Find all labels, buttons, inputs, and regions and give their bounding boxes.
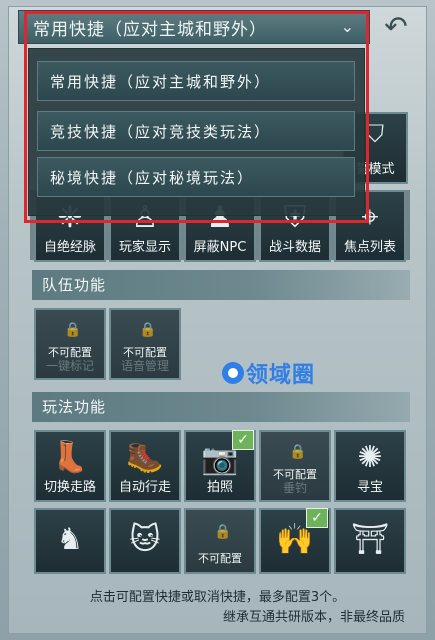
chevron-down-icon: ⌄ bbox=[340, 17, 355, 36]
dropdown-option-secret[interactable]: 秘境快捷（应对秘境玩法） bbox=[37, 157, 355, 197]
watermark-text: 领域圈 bbox=[246, 363, 316, 388]
tile-label: 玩家显示 bbox=[118, 240, 171, 255]
tile-label: 屏蔽NPC bbox=[193, 240, 247, 255]
play-section-header: 玩法功能 bbox=[32, 392, 410, 422]
check-icon: ✓ bbox=[306, 508, 328, 528]
tile-pet[interactable]: 🐱 bbox=[109, 508, 181, 574]
cat-add-icon: 🐱 bbox=[129, 522, 161, 557]
check-icon: ✓ bbox=[232, 430, 254, 450]
dropdown-option-common[interactable]: 常用快捷（应对主城和野外） bbox=[37, 61, 355, 101]
horse-icon: ♞ bbox=[56, 522, 84, 557]
compass-icon: ✺ bbox=[357, 440, 383, 475]
tile-label: 自绝经脉 bbox=[43, 240, 96, 255]
tile-auto-walk[interactable]: 🥾 自动行走 bbox=[109, 430, 181, 502]
config-hint: 点击可配置快捷或取消快捷，最多配置3个。 bbox=[89, 590, 346, 605]
tile-label: 战斗数据 bbox=[268, 240, 321, 255]
dropdown-option-label: 竞技快捷（应对竞技类玩法） bbox=[50, 122, 272, 141]
tile-mount[interactable]: ♞ bbox=[34, 508, 106, 574]
walk-icon: 🥾 bbox=[126, 440, 164, 475]
shortcut-mode-dropdown: 常用快捷（应对主城和野外） 竞技快捷（应对竞技类玩法） 秘境快捷（应对秘境玩法） bbox=[28, 48, 365, 216]
watermark-logo-icon bbox=[222, 362, 244, 384]
tile-label: 寻宝 bbox=[356, 480, 383, 495]
tile-one-key-mark: 🔒 不可配置 一键标记 bbox=[34, 308, 106, 380]
tile-label: 拍照 bbox=[206, 480, 233, 495]
lock-icon: 🔒 bbox=[64, 322, 82, 338]
watermark: 领域圈 bbox=[222, 357, 315, 389]
tile-label: 切换走路 bbox=[43, 480, 96, 495]
tile-label: 一键标记 bbox=[45, 359, 94, 373]
boot-icon: 👢 bbox=[51, 440, 89, 475]
tile-toggle-walk[interactable]: 👢 切换走路 bbox=[34, 430, 106, 502]
lock-icon: 🔒 bbox=[214, 524, 232, 540]
tile-fishing: 🔒 不可配置 垂钓 bbox=[259, 430, 331, 502]
tile-label: 焦点列表 bbox=[343, 240, 396, 255]
version-note: 继承互通共研版本，非最终品质 bbox=[222, 610, 405, 625]
tile-locked-row4: 🔒 不可配置 bbox=[184, 508, 256, 574]
team-section-header: 队伍功能 bbox=[32, 270, 410, 300]
tile-treasure[interactable]: ✺ 寻宝 bbox=[334, 430, 406, 502]
tile-label: 自动行走 bbox=[118, 480, 171, 495]
dropdown-option-label: 常用快捷（应对主城和野外） bbox=[50, 72, 272, 91]
tile-door[interactable]: ⛩ bbox=[334, 508, 406, 574]
back-arrow-icon[interactable]: ↶ bbox=[379, 12, 413, 42]
lock-icon: 🔒 bbox=[139, 322, 157, 338]
door-icon: ⛩ bbox=[350, 522, 390, 557]
locked-label: 不可配置 bbox=[198, 552, 242, 565]
dropdown-option-arena[interactable]: 竞技快捷（应对竞技类玩法） bbox=[37, 111, 355, 151]
shortcut-mode-select[interactable]: 常用快捷（应对主城和野外） ⌄ bbox=[18, 10, 370, 44]
lock-icon: 🔒 bbox=[289, 444, 307, 460]
tile-label: 垂钓 bbox=[282, 481, 307, 495]
shortcut-mode-selected: 常用快捷（应对主城和野外） bbox=[33, 19, 267, 40]
dropdown-option-label: 秘境快捷（应对秘境玩法） bbox=[50, 168, 255, 187]
tile-voice-manage: 🔒 不可配置 语音管理 bbox=[109, 308, 181, 380]
tile-label: 语音管理 bbox=[120, 359, 169, 373]
